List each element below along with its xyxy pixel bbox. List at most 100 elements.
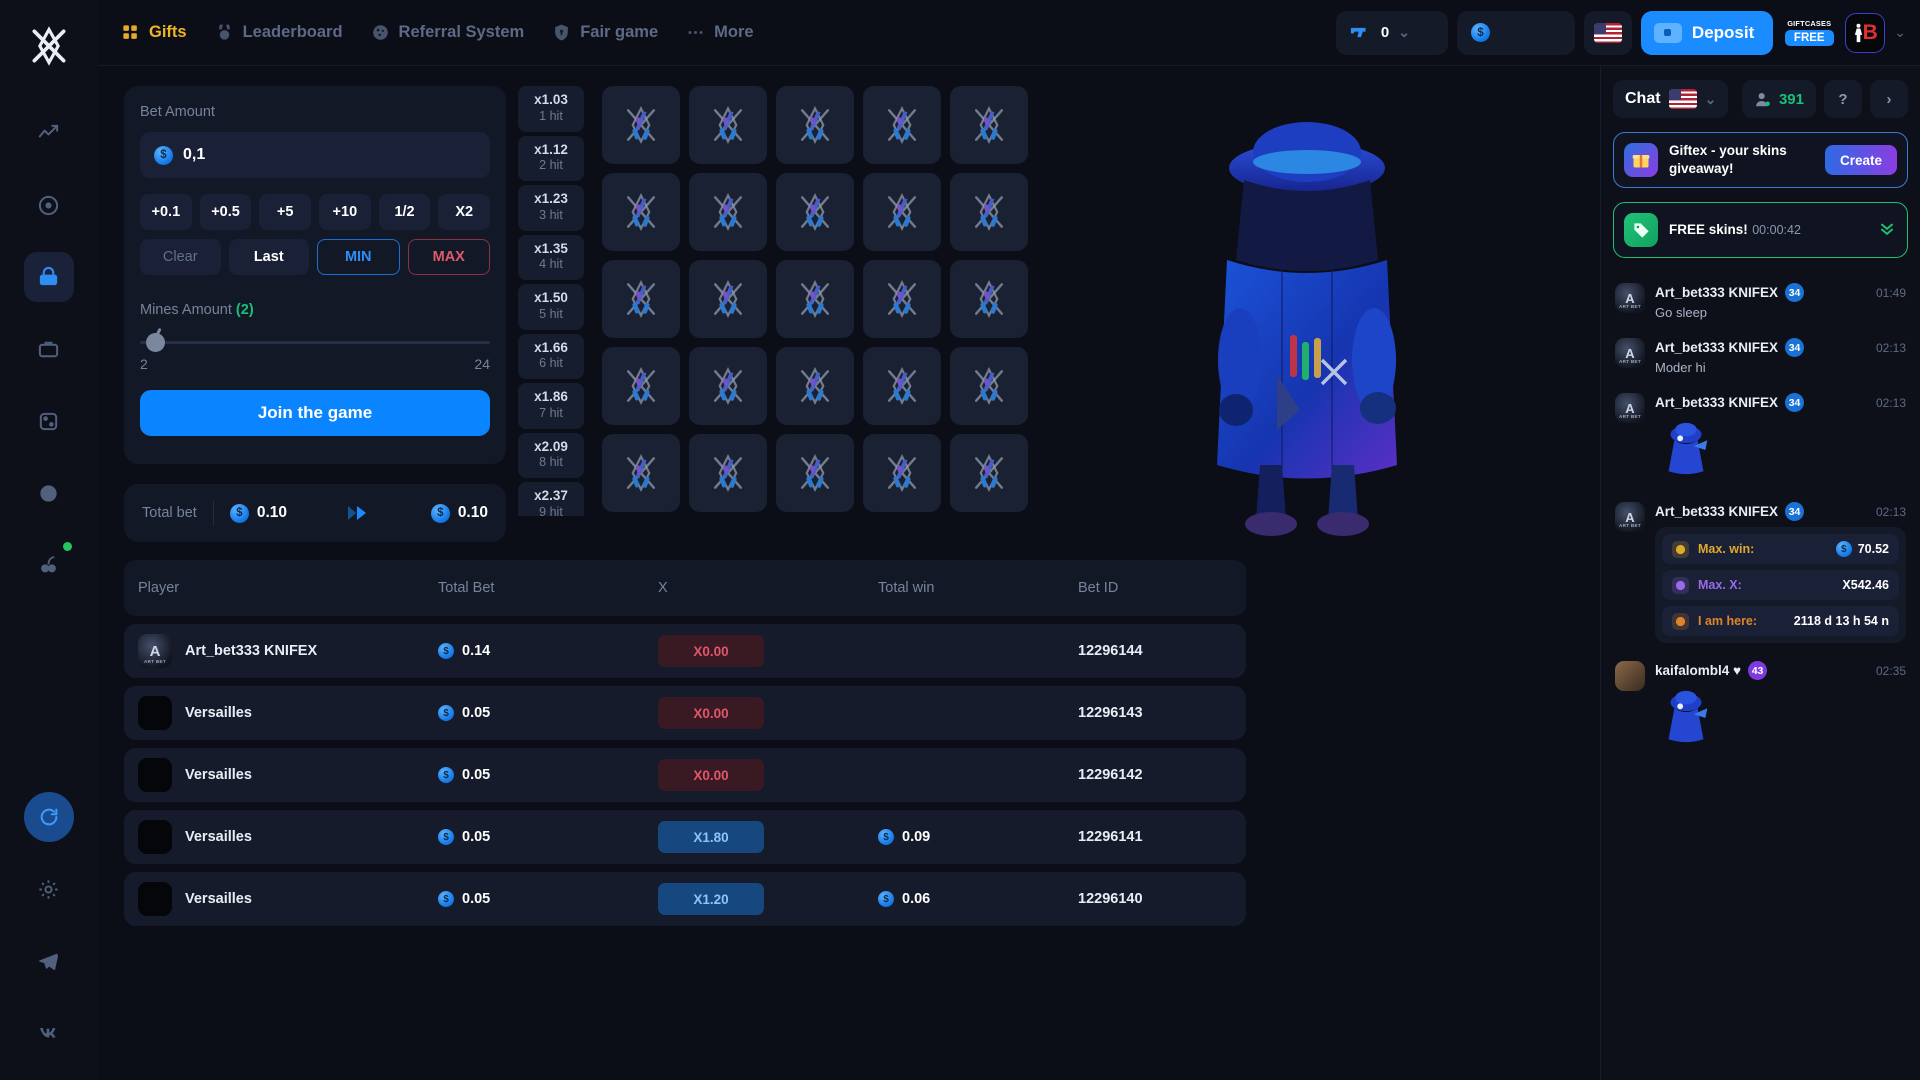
mine-tile[interactable] [776, 173, 854, 251]
refresh-icon[interactable] [23, 792, 74, 842]
quick-bet-plus-10[interactable]: +10 [319, 194, 371, 230]
mine-tile[interactable] [689, 86, 767, 164]
inventory-count: 0 [1380, 24, 1390, 41]
mine-tile[interactable] [689, 173, 767, 251]
create-giveaway-button[interactable]: Create [1824, 145, 1897, 175]
mine-tile[interactable] [776, 86, 854, 164]
ladder-multiplier: x2.09 [534, 438, 568, 454]
user-avatar[interactable]: B [1845, 12, 1886, 53]
expand-free-skins-icon[interactable] [1877, 218, 1897, 243]
min-button[interactable]: MIN [317, 239, 400, 275]
stat-value: $70.52 [1835, 541, 1889, 557]
chat-message: A ART BET Art_bet333 KNIFEX 34 02:13 Moder hi [1613, 329, 1908, 384]
ladder-step: x2.09 8 hit [518, 432, 584, 478]
table-row[interactable]: Versailles $0.05 X1.20 $0.06 12296140 [124, 872, 1246, 926]
table-row[interactable]: A ART BET Art_bet333 KNIFEX $0.14 X0.00 12296… [124, 624, 1246, 678]
vk-icon[interactable] [24, 1008, 74, 1058]
nav-item-leaderboard[interactable]: Leaderboard [204, 14, 354, 51]
ladder-hits: 5 hit [539, 306, 563, 321]
giftcases-free-badge[interactable]: GIFTCASES FREE [1782, 11, 1836, 55]
table-row[interactable]: Versailles $0.05 X0.00 12296142 [124, 748, 1246, 802]
promo-free-skins[interactable]: FREE skins! 00:00:42 [1613, 202, 1908, 258]
mine-tile[interactable] [950, 347, 1028, 425]
slider-knob-bomb-icon[interactable] [146, 332, 165, 352]
gear-icon[interactable] [24, 864, 74, 914]
table-row[interactable]: Versailles $0.05 X0.00 12296143 [124, 686, 1246, 740]
nav-item-fair-game[interactable]: Fair game [541, 14, 669, 51]
mine-tile[interactable] [950, 86, 1028, 164]
ladder-step: x1.66 6 hit [518, 333, 584, 379]
table-row[interactable]: Versailles $0.05 X1.80 $0.09 12296141 [124, 810, 1246, 864]
quick-bet-plus-0.1[interactable]: +0.1 [140, 194, 192, 230]
mine-tile[interactable] [776, 260, 854, 338]
dark-avatar [138, 820, 172, 854]
message-text: Moder hi [1655, 360, 1706, 375]
balance-pill[interactable]: $ [1456, 10, 1575, 55]
sidebar-item-roulette[interactable] [24, 180, 74, 230]
mine-tile[interactable] [602, 347, 680, 425]
mine-tile[interactable] [950, 434, 1028, 512]
mine-tile[interactable] [689, 260, 767, 338]
sidebar-item-chart[interactable] [24, 108, 74, 158]
sidebar-item-slots[interactable] [24, 540, 74, 590]
nav-item-more[interactable]: More [675, 14, 764, 51]
max-button[interactable]: MAX [407, 239, 490, 275]
mine-tile[interactable] [602, 173, 680, 251]
sidebar-item-dice[interactable] [24, 396, 74, 446]
clear-button[interactable]: Clear [140, 239, 221, 275]
collapse-chat-button[interactable]: › [1870, 80, 1908, 118]
help-button[interactable]: ? [1824, 80, 1862, 118]
mine-tile[interactable] [863, 434, 941, 512]
giftcases-label: GIFTCASES [1787, 19, 1832, 28]
art-bet-avatar: A ART BET [1615, 393, 1645, 423]
chat-language-selector[interactable]: Chat ⌄ [1613, 80, 1729, 118]
chevron-down-icon[interactable]: ⌄ [1398, 24, 1410, 41]
nav-item-gifts[interactable]: Gifts [110, 14, 198, 51]
dark-avatar [138, 882, 172, 916]
nav-item-referral-system[interactable]: Referral System [360, 14, 536, 51]
quick-bet-plus-5[interactable]: +5 [259, 194, 312, 230]
sidebar-item-coinflip[interactable] [24, 468, 74, 518]
last-button[interactable]: Last [228, 239, 309, 275]
sidebar-item-case-battle[interactable] [24, 324, 74, 374]
mine-tile[interactable] [602, 260, 680, 338]
slider-track[interactable] [140, 332, 490, 352]
mine-tile[interactable] [863, 347, 941, 425]
quick-bet-double[interactable]: X2 [438, 194, 491, 230]
mine-tile[interactable] [950, 260, 1028, 338]
mine-tile[interactable] [950, 173, 1028, 251]
inventory-pill[interactable]: 0 ⌄ [1335, 10, 1448, 55]
promo-giftex[interactable]: Giftex - your skins giveaway! Create [1613, 132, 1908, 188]
mine-tile[interactable] [689, 347, 767, 425]
mines-slider[interactable]: 2 24 [140, 332, 490, 372]
mine-tile[interactable] [776, 347, 854, 425]
mine-tile[interactable] [863, 260, 941, 338]
knifex-logo-icon[interactable] [21, 18, 77, 74]
chevron-down-icon[interactable]: ⌄ [1705, 91, 1717, 108]
quick-bet-half[interactable]: 1/2 [378, 194, 431, 230]
mine-tile[interactable] [863, 86, 941, 164]
deposit-button[interactable]: Deposit [1640, 10, 1774, 55]
mine-tile[interactable] [689, 434, 767, 512]
quick-bet-plus-0.5[interactable]: +0.5 [199, 194, 252, 230]
gift-icon [123, 25, 137, 39]
crossed-knives-icon [713, 367, 743, 405]
mine-tile[interactable] [776, 434, 854, 512]
user-menu-chevron-icon[interactable]: ⌄ [1894, 24, 1906, 41]
mine-tile[interactable] [602, 434, 680, 512]
main-area: Gifts Leaderboard Referral System Fair g… [98, 0, 1920, 1080]
row-x-badge: X0.00 [658, 635, 764, 667]
language-selector[interactable] [1583, 10, 1632, 55]
message-header: kaifalombl4 ♥ 43 02:35 [1655, 661, 1906, 680]
join-game-button[interactable]: Join the game [140, 390, 490, 436]
mine-tile[interactable] [863, 173, 941, 251]
mine-tile[interactable] [602, 86, 680, 164]
trend-icon [1672, 576, 1689, 594]
coin-icon: $ [878, 891, 894, 907]
coin-icon: $ [878, 829, 894, 845]
ladder-hits: 9 hit [539, 504, 563, 516]
game-column: Bet Amount $ 0,1 +0.1 +0.5 +5 +10 1/2 X2… [98, 66, 1600, 1080]
bet-amount-input[interactable]: $ 0,1 [140, 132, 490, 178]
sidebar-item-mines[interactable] [23, 252, 74, 302]
telegram-icon[interactable] [24, 936, 74, 986]
